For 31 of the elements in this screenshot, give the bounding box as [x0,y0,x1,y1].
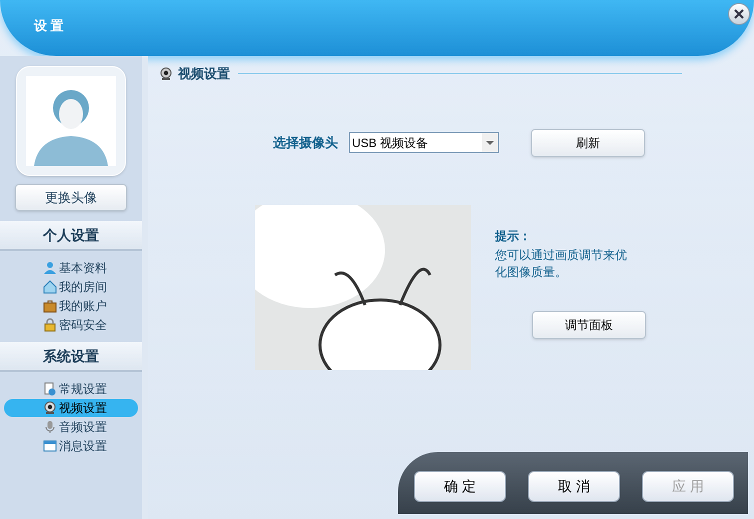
lock-icon [43,318,57,332]
camera-select[interactable]: USB 视频设备 [349,132,499,153]
sidebar-item[interactable]: 视频设置 [4,399,138,417]
briefcase-icon [43,299,57,313]
sidebar-item[interactable]: 消息设置 [4,437,138,455]
footer-button[interactable]: 确 定 [414,470,506,502]
sidebar-item[interactable]: 基本资料 [4,259,138,277]
window-icon [43,439,57,453]
sidebar-item[interactable]: 我的房间 [4,278,138,296]
footer-button[interactable]: 取 消 [528,470,620,502]
window-title: 设 置 [34,17,64,35]
refresh-button[interactable]: 刷新 [531,128,645,156]
adjust-panel-button[interactable]: 调节面板 [532,310,646,338]
webcam-icon [160,66,172,81]
webcam-icon [43,401,57,415]
microphone-icon [43,420,57,434]
sidebar-item[interactable]: 音频设置 [4,418,138,436]
sidebar-item[interactable]: 密码安全 [4,316,138,334]
sidebar-section-header: 个人设置 [0,221,142,251]
section-heading: 视频设置 [178,65,230,83]
tip-text: 您可以通过画质调节来优化图像质量。 [495,246,628,280]
tip-title: 提示： [495,228,532,244]
sidebar-section-header: 系统设置 [0,342,142,372]
camera-label: 选择摄像头 [273,134,339,152]
sidebar-item[interactable]: 常规设置 [4,380,138,398]
change-avatar-button[interactable]: 更换头像 [15,184,127,211]
sidebar-item[interactable]: 我的账户 [4,297,138,315]
person-icon [43,261,57,275]
avatar-silhouette-icon [26,76,116,166]
house-icon [43,280,57,294]
close-icon [734,9,744,19]
